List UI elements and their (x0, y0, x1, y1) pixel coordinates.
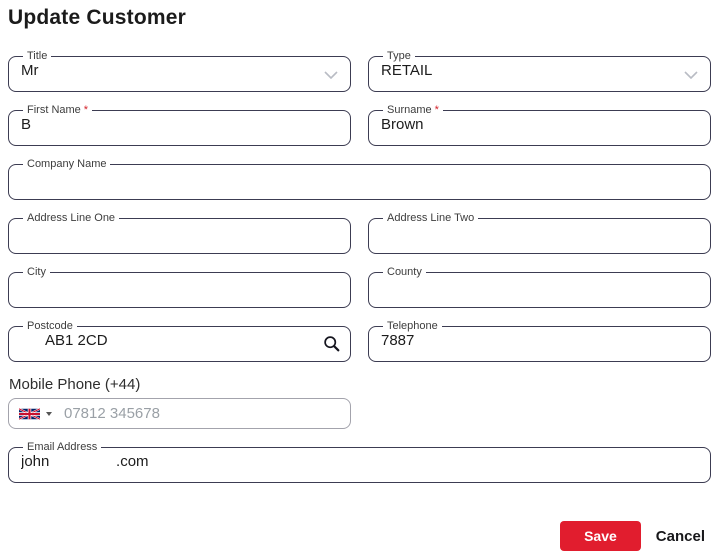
save-button[interactable]: Save (560, 521, 641, 551)
postcode-field: Postcode (8, 320, 351, 362)
first-name-field: First Name * (8, 104, 351, 146)
email-address-field: Email Address (8, 441, 711, 483)
surname-field: Surname * (368, 104, 711, 146)
postcode-input[interactable] (21, 329, 338, 352)
mobile-phone-input-box (8, 398, 351, 429)
mobile-phone-input[interactable] (62, 404, 340, 423)
county-field: County (368, 266, 711, 308)
caret-down-icon (46, 411, 52, 416)
update-customer-form: Title Type First Name* Surname* Company … (8, 50, 711, 483)
uk-flag-icon (19, 407, 40, 420)
type-select[interactable] (381, 59, 698, 82)
city-input[interactable] (21, 275, 338, 298)
city-field: City (8, 266, 351, 308)
address-line-one-input[interactable] (21, 221, 338, 244)
address-line-two-input[interactable] (381, 221, 698, 244)
footer-actions: Save Cancel (0, 521, 705, 551)
company-name-input[interactable] (21, 167, 698, 190)
address-line-two-field: Address Line Two (368, 212, 711, 254)
search-icon (323, 336, 340, 355)
first-name-input[interactable] (21, 113, 338, 136)
address-line-one-field: Address Line One (8, 212, 351, 254)
postcode-search-button[interactable] (321, 333, 342, 354)
title-select[interactable] (21, 59, 338, 82)
type-field: Type (368, 50, 711, 92)
county-input[interactable] (381, 275, 698, 298)
mobile-phone-label: Mobile Phone (+44) (9, 376, 141, 393)
telephone-field: Telephone (368, 320, 711, 362)
title-field: Title (8, 50, 351, 92)
email-address-input[interactable] (21, 450, 698, 473)
cancel-button[interactable]: Cancel (656, 528, 705, 545)
mobile-phone-group: Mobile Phone (+44) (8, 374, 351, 429)
page-title: Update Customer (8, 6, 187, 29)
country-selector-button[interactable] (19, 407, 52, 420)
telephone-input[interactable] (381, 329, 698, 352)
company-name-field: Company Name (8, 158, 711, 200)
surname-input[interactable] (381, 113, 698, 136)
